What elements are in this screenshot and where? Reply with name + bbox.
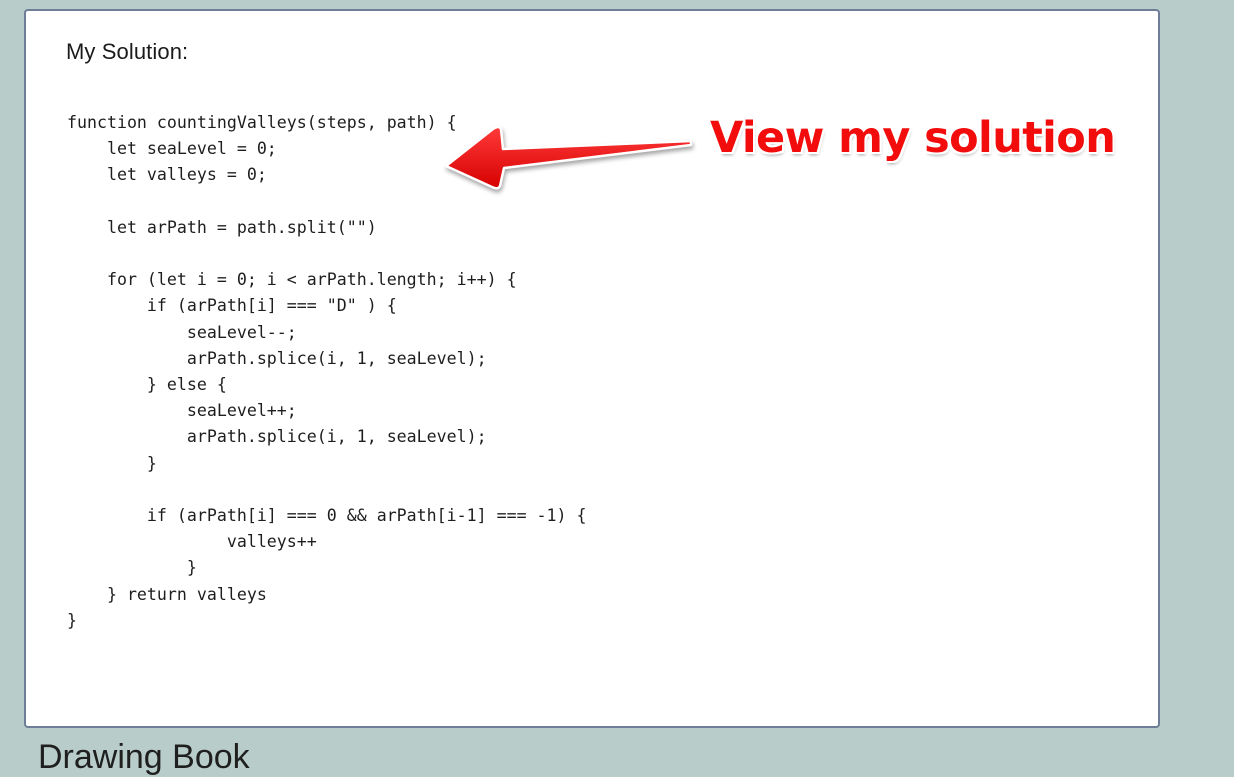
red-arrow-icon bbox=[444, 125, 693, 190]
next-section-heading: Drawing Book bbox=[38, 738, 250, 776]
card-title: My Solution: bbox=[66, 39, 189, 64]
view-solution-callout: View my solution bbox=[710, 113, 1116, 163]
